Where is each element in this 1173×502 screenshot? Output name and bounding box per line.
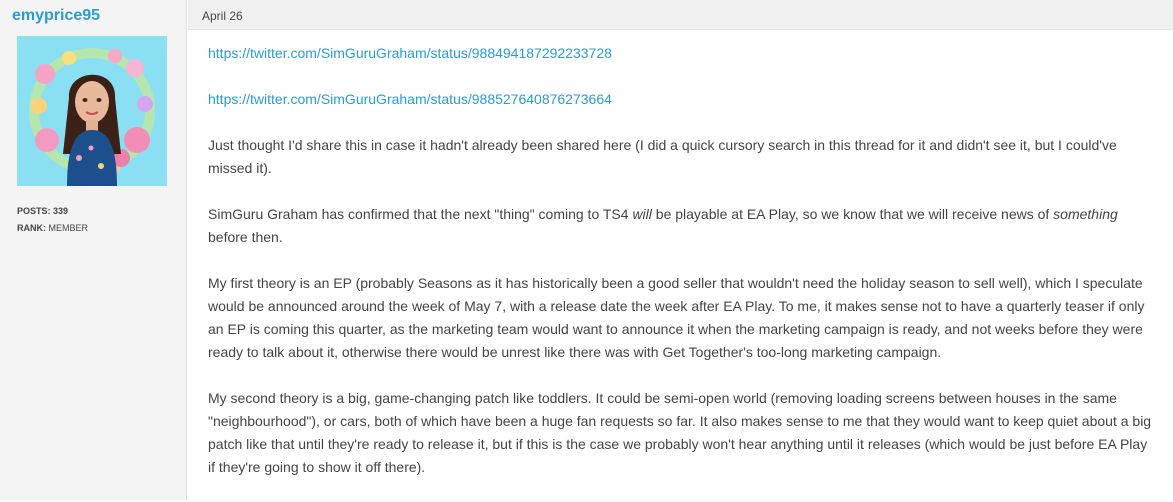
post-body: https://twitter.com/SimGuruGraham/status… (208, 42, 1158, 502)
posts-label: POSTS: (17, 206, 51, 216)
twitter-link-1[interactable]: https://twitter.com/SimGuruGraham/status… (208, 45, 612, 61)
p2-text-e: before then. (208, 229, 283, 245)
posts-stat: POSTS: 339 (17, 203, 88, 220)
paragraph-3: My first theory is an EP (probably Seaso… (208, 275, 1145, 360)
post-header: April 26 (188, 0, 1173, 30)
p2-emphasis-will: will (632, 206, 652, 222)
rank-label: RANK: (17, 223, 46, 233)
avatar-illustration (29, 48, 155, 186)
author-sidebar: emyprice95 POSTS: 339 RANK: MEMBER (0, 0, 187, 500)
p2-text-a: SimGuru Graham has confirmed that the ne… (208, 206, 633, 222)
paragraph-1: Just thought I'd share this in case it h… (208, 137, 1117, 176)
twitter-link-2[interactable]: https://twitter.com/SimGuruGraham/status… (208, 91, 612, 107)
author-stats: POSTS: 339 RANK: MEMBER (17, 203, 88, 237)
paragraph-link2: https://twitter.com/SimGuruGraham/status… (208, 88, 1158, 111)
p2-text-c: be playable at EA Play, so we know that … (651, 206, 1054, 222)
avatar[interactable] (17, 36, 167, 186)
posts-count: 339 (53, 206, 69, 216)
author-username-link[interactable]: emyprice95 (12, 7, 100, 25)
rank-value: MEMBER (48, 223, 89, 233)
rank-stat: RANK: MEMBER (17, 220, 88, 237)
paragraph-link1: https://twitter.com/SimGuruGraham/status… (208, 42, 1158, 65)
paragraph-2: SimGuru Graham has confirmed that the ne… (208, 203, 1158, 249)
paragraph-4: My second theory is a big, game-changing… (208, 390, 1152, 475)
p2-emphasis-something: something (1053, 206, 1118, 222)
post-date[interactable]: April 26 (202, 9, 243, 23)
